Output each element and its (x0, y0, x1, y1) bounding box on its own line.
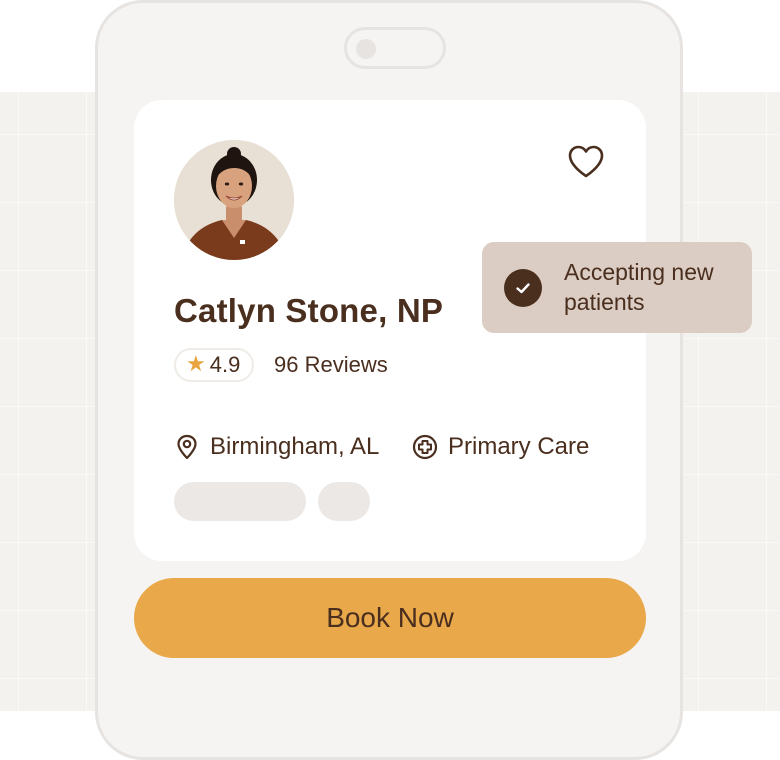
provider-avatar (174, 140, 294, 260)
placeholder-chip (174, 482, 306, 521)
check-circle-icon (504, 269, 542, 307)
specialty-info: Primary Care (412, 430, 589, 464)
phone-notch (344, 27, 446, 69)
star-icon: ★ (186, 352, 206, 377)
favorite-heart-icon[interactable] (566, 142, 606, 182)
map-pin-icon (177, 434, 197, 460)
reviews-link[interactable]: 96 Reviews (274, 352, 388, 378)
medical-cross-icon (412, 434, 438, 460)
book-now-button[interactable]: Book Now (134, 578, 646, 658)
accepting-patients-badge: Accepting new patients (482, 242, 752, 333)
rating-value: 4.9 (209, 352, 241, 377)
provider-name: Catlyn Stone, NP (174, 292, 444, 329)
specialty-label: Primary Care (448, 433, 590, 460)
rating-badge: ★ 4.9 (174, 348, 255, 382)
badge-label: Accepting new patients (564, 259, 714, 315)
camera-dot (356, 39, 376, 59)
location-label: Birmingham, AL (210, 433, 380, 460)
location-info: Birmingham, AL (174, 430, 379, 464)
placeholder-chip (318, 482, 370, 521)
